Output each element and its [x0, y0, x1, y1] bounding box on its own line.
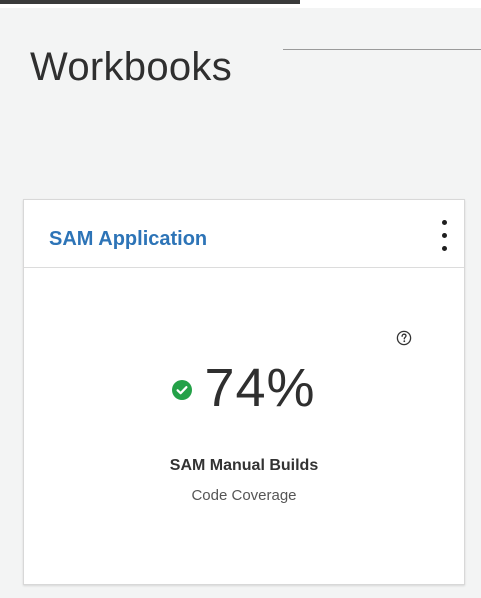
workbook-card[interactable]: SAM Application 74% SAM Manual Builds Co… [23, 199, 465, 585]
overflow-vertical-icon [441, 232, 447, 238]
overflow-menu-button[interactable] [438, 212, 450, 258]
metric-row: 74% [24, 358, 464, 418]
metric-value: 74% [204, 358, 316, 418]
metric-name: SAM Manual Builds [169, 457, 319, 474]
title-divider [283, 49, 481, 50]
card-title[interactable]: SAM Application [49, 229, 207, 249]
clipped-top-text [0, 0, 300, 4]
checkmark-circle-icon [172, 380, 193, 400]
help-icon[interactable] [396, 330, 412, 346]
overflow-vertical-icon [441, 219, 447, 225]
card-header: SAM Application [24, 200, 464, 268]
page-header: Workbooks [0, 8, 481, 87]
metric-subtitle: Code Coverage [191, 487, 297, 504]
overflow-vertical-icon [441, 245, 447, 251]
top-strip [0, 0, 481, 8]
page-title: Workbooks [30, 44, 233, 89]
